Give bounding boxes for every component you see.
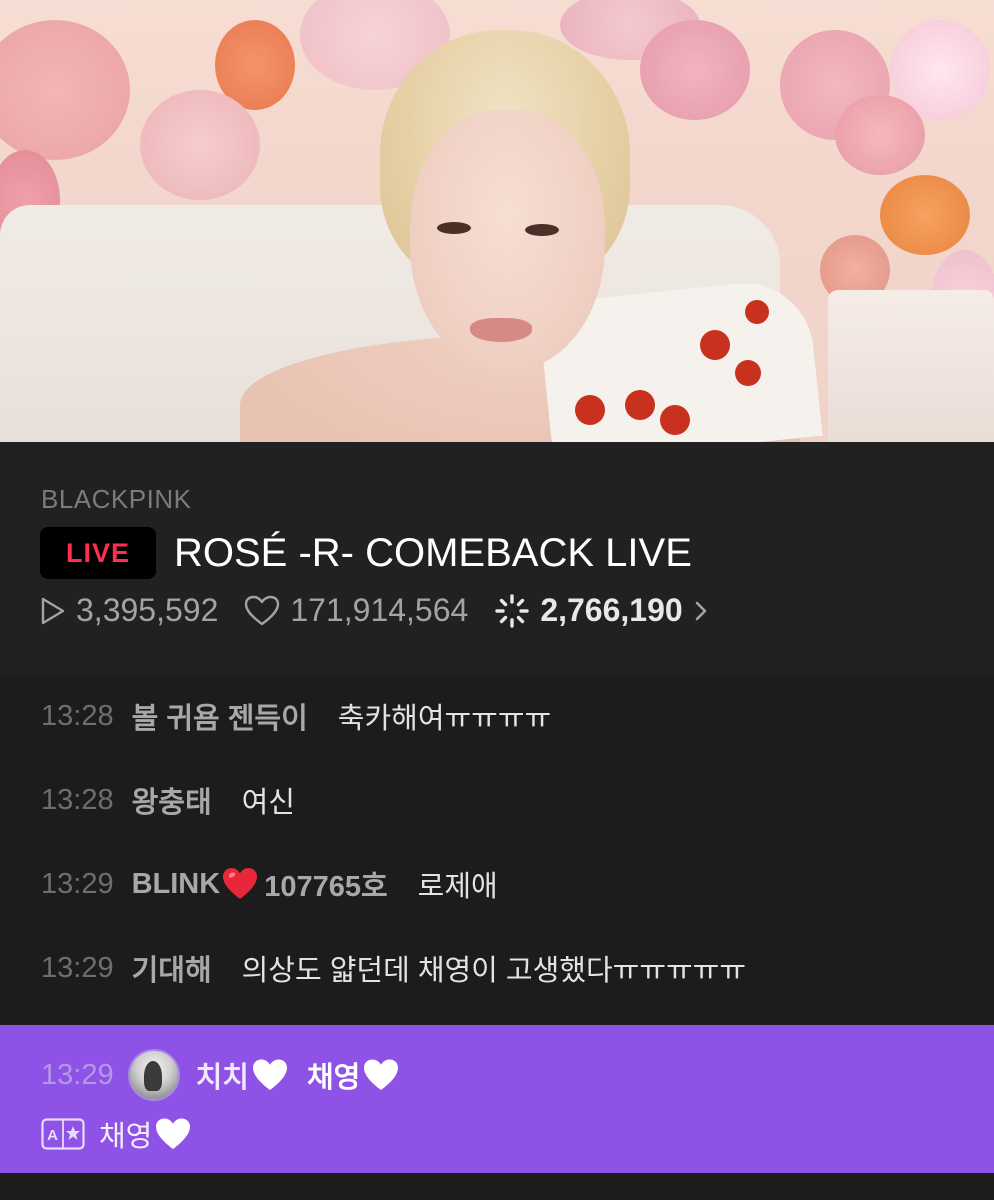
chat-message: 13:28 볼 귀욤 젠득이 축카해여ㅠㅠㅠㅠ xyxy=(41,695,551,737)
message-username[interactable]: 볼 귀욤 젠득이 xyxy=(132,695,308,737)
avatar[interactable] xyxy=(127,1049,180,1101)
chat-message: 13:29 BLINK 107765호 로제애 xyxy=(41,863,498,905)
message-text: 채영 xyxy=(307,1054,400,1096)
chevron-right-icon xyxy=(695,601,706,620)
username-prefix: BLINK xyxy=(131,867,221,900)
highlighted-header: 13:29 치치 채영 xyxy=(41,1049,400,1101)
red-heart-icon xyxy=(223,868,258,899)
stream-stats: 3,395,592 171,914,564 2,766,190 xyxy=(40,592,745,629)
chat-message: 13:29 기대해 의상도 얇던데 채영이 고생했다ㅠㅠㅠㅠㅠ xyxy=(41,947,746,989)
eye xyxy=(437,222,471,234)
message-text-content: 채영 xyxy=(306,1062,361,1094)
translation-row: A 채영 xyxy=(41,1113,192,1155)
viewers-spinner-icon xyxy=(495,593,530,628)
cherry-print xyxy=(660,405,690,435)
chat-message: 13:28 왕충태 여신 xyxy=(41,779,295,821)
message-time: 13:29 xyxy=(41,867,114,900)
likes-count: 171,914,564 xyxy=(290,592,469,628)
message-text: 여신 xyxy=(241,787,295,819)
cherry-print xyxy=(735,360,761,386)
lips xyxy=(470,318,532,342)
username-text: 치치 xyxy=(195,1062,249,1094)
cherry-print xyxy=(700,330,730,360)
video-player[interactable] xyxy=(0,0,994,442)
play-icon xyxy=(41,597,65,624)
cherry-print xyxy=(625,390,655,420)
message-time: 13:28 xyxy=(41,699,114,732)
heart-outline-icon xyxy=(245,595,280,625)
stream-title: ROSÉ -R- COMEBACK LIVE xyxy=(174,530,692,575)
eye xyxy=(525,224,559,236)
flower-decoration xyxy=(0,20,130,160)
flower-decoration xyxy=(140,90,260,200)
username-suffix: 107765호 xyxy=(264,871,388,903)
flower-decoration xyxy=(880,175,970,255)
message-username[interactable]: 치치 xyxy=(196,1054,289,1096)
message-time: 13:28 xyxy=(41,783,114,816)
message-time: 13:29 xyxy=(41,951,114,984)
channel-name[interactable]: BLACKPINK xyxy=(41,484,191,515)
cherry-print xyxy=(575,395,605,425)
white-heart-icon xyxy=(364,1059,399,1090)
viewers-stat[interactable]: 2,766,190 xyxy=(494,592,718,629)
flower-decoration xyxy=(640,20,750,120)
viewers-count: 2,766,190 xyxy=(540,592,683,628)
white-heart-icon xyxy=(252,1059,287,1090)
message-text: 로제애 xyxy=(417,871,498,903)
translated-text: 채영 xyxy=(99,1113,192,1155)
chat-panel[interactable]: 13:28 볼 귀욤 젠득이 축카해여ㅠㅠㅠㅠ 13:28 왕충태 여신 13:… xyxy=(0,675,994,1200)
title-row: LIVE ROSÉ -R- COMEBACK LIVE xyxy=(40,527,692,579)
likes-stat[interactable]: 171,914,564 xyxy=(244,592,468,629)
translated-text-content: 채영 xyxy=(99,1121,153,1153)
vase xyxy=(828,290,994,442)
highlighted-message: 13:29 치치 채영 A 채영 xyxy=(0,1025,994,1173)
message-text: 축카해여ㅠㅠㅠㅠ xyxy=(337,703,552,735)
translate-icon[interactable]: A xyxy=(41,1118,85,1150)
cherry-print xyxy=(745,300,769,324)
message-time: 13:29 xyxy=(41,1058,114,1091)
live-badge: LIVE xyxy=(40,527,156,579)
message-username[interactable]: 왕충태 xyxy=(132,779,212,821)
plays-stat: 3,395,592 xyxy=(40,592,218,629)
white-heart-icon xyxy=(156,1118,191,1149)
plays-count: 3,395,592 xyxy=(76,592,219,628)
flower-decoration xyxy=(835,95,925,175)
stream-info: BLACKPINK LIVE ROSÉ -R- COMEBACK LIVE 3,… xyxy=(0,442,994,675)
message-text: 의상도 얇던데 채영이 고생했다ㅠㅠㅠㅠㅠ xyxy=(241,955,747,987)
message-username[interactable]: 기대해 xyxy=(132,947,212,989)
svg-text:A: A xyxy=(47,1127,58,1144)
message-username[interactable]: BLINK 107765호 xyxy=(132,863,388,905)
